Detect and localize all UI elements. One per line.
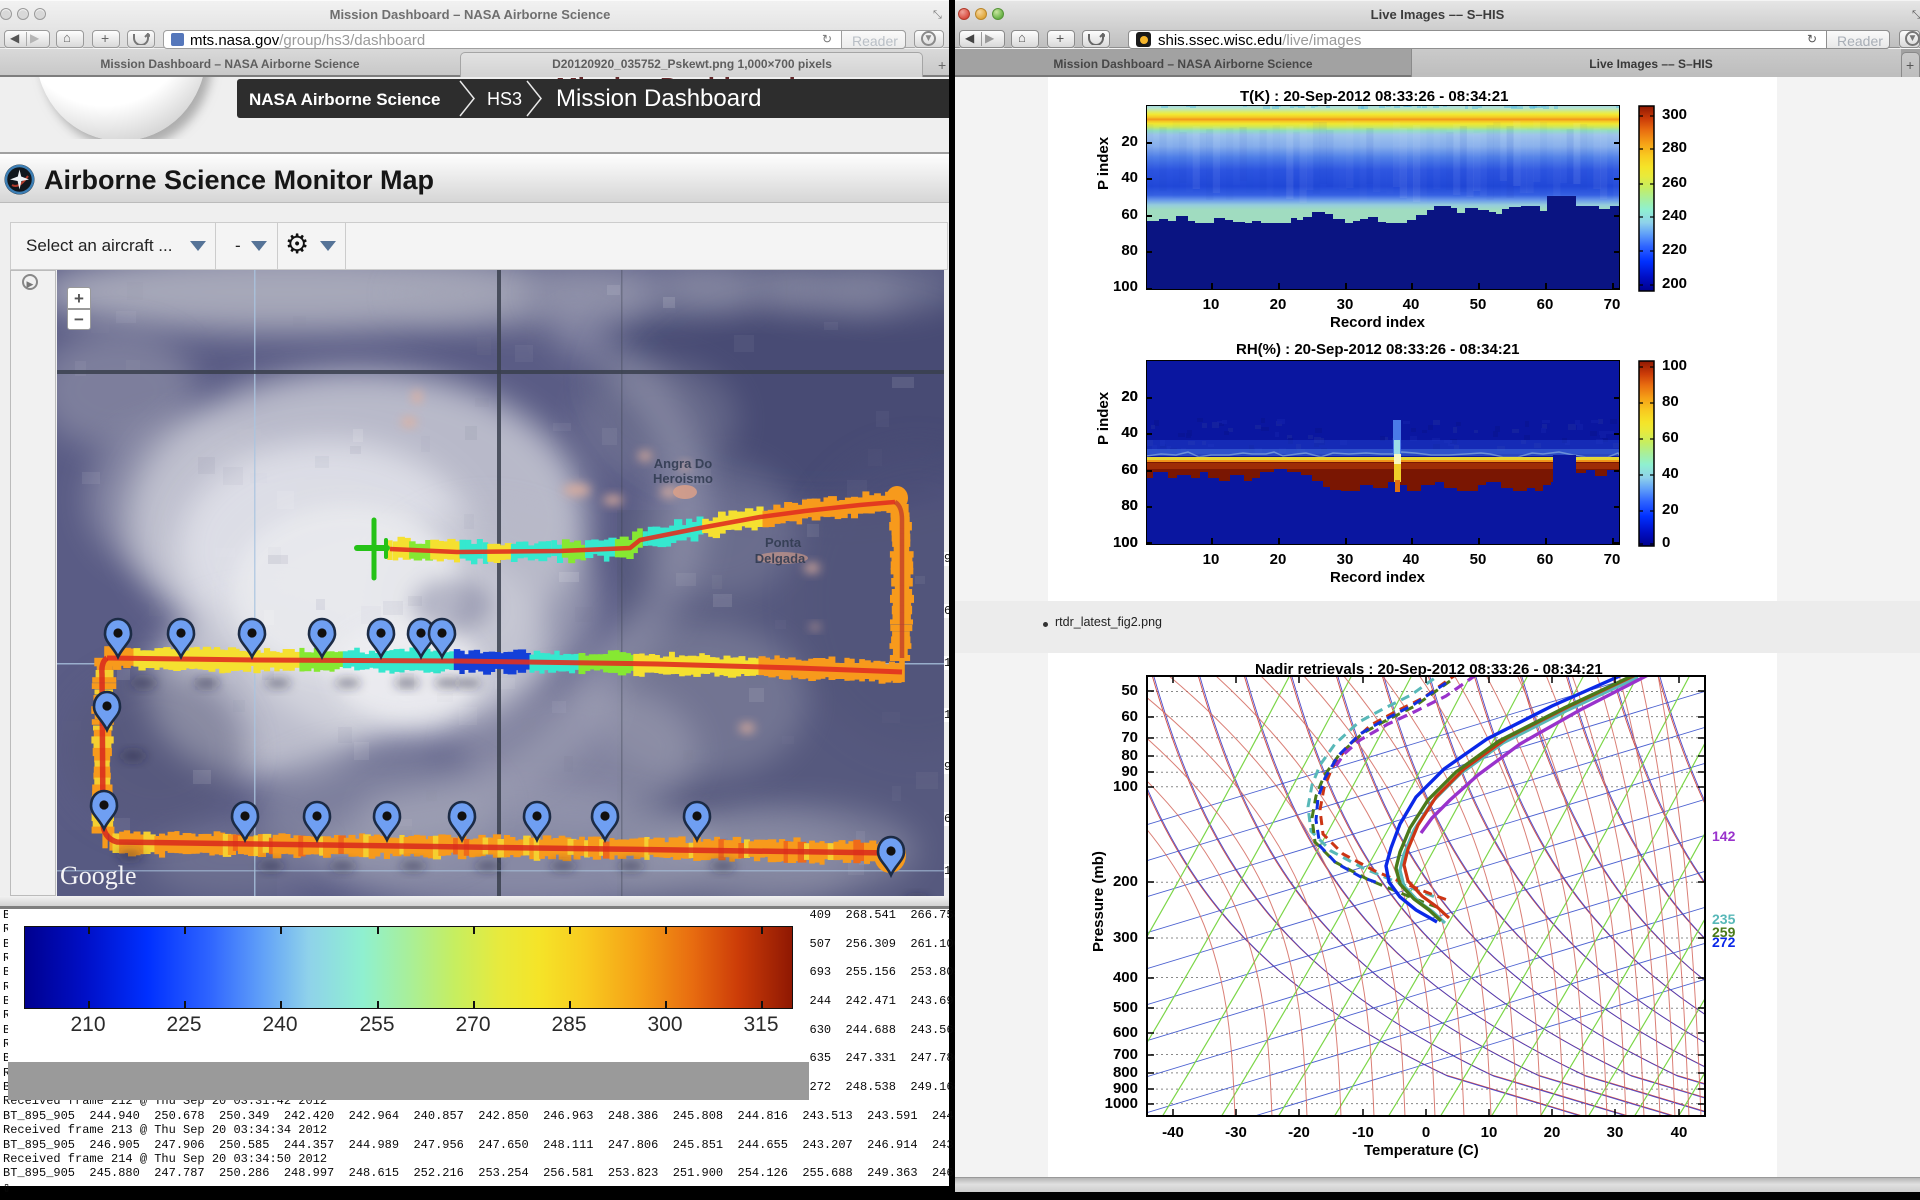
svg-text:Google: Google bbox=[60, 861, 137, 890]
svg-text:Ponta: Ponta bbox=[765, 535, 802, 550]
svg-text:Heroismo: Heroismo bbox=[653, 471, 713, 486]
svg-text:Delgada: Delgada bbox=[755, 551, 806, 566]
svg-text:Angra Do: Angra Do bbox=[654, 456, 713, 471]
